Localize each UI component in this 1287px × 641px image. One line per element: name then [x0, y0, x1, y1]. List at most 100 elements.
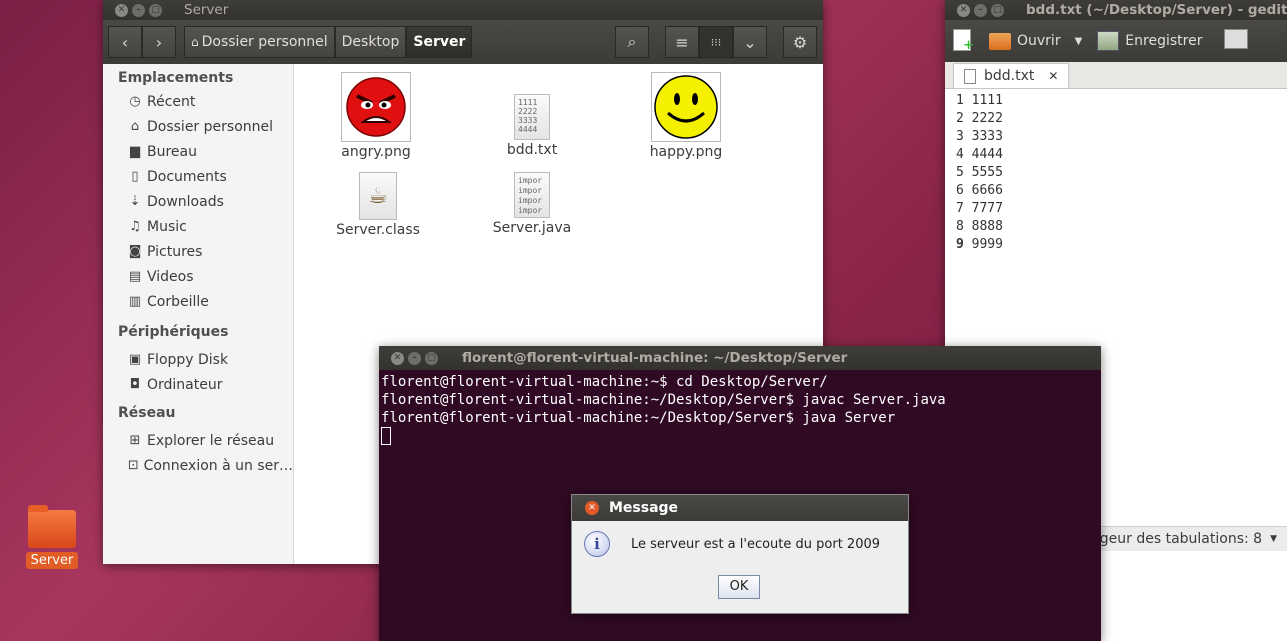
- sidebar-item-browse-network[interactable]: ⊞ Explorer le réseau: [103, 428, 293, 453]
- file-name: bdd.txt: [506, 142, 558, 158]
- sidebar-heading-places: Emplacements: [118, 70, 234, 86]
- list-view-button[interactable]: ≡: [665, 26, 699, 58]
- ok-button[interactable]: OK: [718, 575, 760, 599]
- happy-face-icon: [651, 72, 721, 142]
- sidebar-item-computer[interactable]: ◘ Ordinateur: [103, 372, 293, 397]
- camera-icon: ◙: [128, 244, 142, 259]
- save-icon: [1097, 31, 1120, 51]
- editor-line: 7 7777: [956, 201, 1003, 216]
- back-button[interactable]: ‹: [108, 26, 142, 58]
- tab-width-selector[interactable]: rgeur des tabulations: 8: [1094, 531, 1262, 547]
- desktop-folder-label: Server: [26, 552, 78, 569]
- folder-icon: [28, 505, 76, 548]
- gedit-toolbar: + Ouvrir ▼ Enregistrer: [945, 20, 1287, 62]
- window-title: Server: [184, 2, 229, 18]
- settings-button[interactable]: ⚙: [783, 26, 817, 58]
- text-editor[interactable]: 1 1111 2 2222 3 3333 4 4444 5 5555 6 666…: [956, 92, 1003, 254]
- terminal-output[interactable]: florent@florent-virtual-machine:~$ cd De…: [379, 370, 1101, 448]
- sidebar-item-videos[interactable]: ▤ Videos: [103, 264, 293, 289]
- music-icon: ♫: [129, 219, 141, 234]
- chevron-down-icon: ⌄: [743, 32, 757, 52]
- terminal-line: florent@florent-virtual-machine:~/Deskto…: [381, 410, 896, 426]
- open-button[interactable]: Ouvrir: [989, 32, 1061, 50]
- grid-icon: ⁝⁝⁝: [710, 35, 722, 49]
- open-dropdown-icon[interactable]: ▼: [1075, 36, 1083, 47]
- terminal-cursor: [381, 427, 391, 445]
- film-icon: ▤: [128, 269, 142, 284]
- file-item-bdd[interactable]: 1111 2222 3333 4444 bdd.txt: [477, 94, 587, 158]
- close-icon[interactable]: ✕: [391, 351, 404, 365]
- minimize-icon[interactable]: –: [408, 351, 421, 365]
- editor-line: 3 3333: [956, 129, 1003, 144]
- search-button[interactable]: ⌕: [615, 26, 649, 58]
- file-name: Server.java: [492, 220, 572, 236]
- new-document-icon: +: [953, 29, 974, 53]
- file-manager-toolbar: ‹ › ⌂ Dossier personnel Desktop Server ⌕ …: [103, 20, 823, 64]
- close-tab-icon[interactable]: ✕: [1048, 69, 1058, 83]
- file-item-angry[interactable]: angry.png: [321, 72, 431, 160]
- dialog-titlebar[interactable]: ✕ Message: [572, 495, 908, 521]
- gedit-titlebar[interactable]: ✕ – □ bdd.txt (~/Desktop/Server) - gedit: [945, 0, 1287, 20]
- maximize-icon[interactable]: □: [425, 351, 438, 365]
- sidebar-item-connect-server[interactable]: ⊡ Connexion à un ser…: [103, 453, 293, 478]
- computer-icon: ◘: [129, 377, 141, 392]
- sidebar-item-documents[interactable]: ▯ Documents: [103, 164, 293, 189]
- close-icon[interactable]: ✕: [115, 3, 128, 17]
- new-document-button[interactable]: +: [953, 29, 975, 53]
- sidebar-item-floppy[interactable]: ▣ Floppy Disk: [103, 347, 293, 372]
- floppy-icon: ▣: [128, 352, 142, 367]
- breadcrumb-home[interactable]: ⌂ Dossier personnel: [184, 26, 335, 58]
- file-item-happy[interactable]: happy.png: [631, 72, 741, 160]
- maximize-icon[interactable]: □: [991, 3, 1004, 17]
- message-dialog: ✕ Message i Le serveur est a l'ecoute du…: [571, 494, 909, 614]
- tab-bdd-txt[interactable]: bdd.txt ✕: [953, 63, 1070, 88]
- window-title: bdd.txt (~/Desktop/Server) - gedit: [1026, 2, 1287, 18]
- chevron-down-icon: ▼: [1270, 534, 1277, 544]
- chevron-left-icon: ‹: [121, 32, 129, 52]
- editor-line-current: 9 9999: [956, 237, 1003, 252]
- editor-line: 6 6666: [956, 183, 1003, 198]
- home-icon: ⌂: [191, 35, 199, 49]
- close-icon[interactable]: ✕: [957, 3, 970, 17]
- minimize-icon[interactable]: –: [974, 3, 987, 17]
- sidebar-item-music[interactable]: ♫ Music: [103, 214, 293, 239]
- desktop-folder-server[interactable]: Server: [26, 505, 78, 569]
- source-file-icon: impor impor impor impor: [514, 172, 550, 218]
- print-button[interactable]: [1224, 29, 1249, 53]
- print-icon: [1224, 29, 1249, 49]
- sidebar-item-desktop[interactable]: ▆ Bureau: [103, 139, 293, 164]
- maximize-icon[interactable]: □: [149, 3, 162, 17]
- terminal-line: florent@florent-virtual-machine:~/Deskto…: [381, 392, 946, 408]
- gedit-tab-bar: bdd.txt ✕: [945, 62, 1287, 89]
- view-options-button[interactable]: ⌄: [733, 26, 767, 58]
- editor-line: 4 4444: [956, 147, 1003, 162]
- trash-icon: ▥: [128, 294, 142, 309]
- file-item-server-java[interactable]: impor impor impor impor Server.java: [477, 172, 587, 236]
- file-manager-titlebar[interactable]: ✕ – □ Server: [103, 0, 823, 20]
- minimize-icon[interactable]: –: [132, 3, 145, 17]
- sidebar-item-recent[interactable]: ◷ Récent: [103, 89, 293, 114]
- list-icon: ≡: [675, 32, 689, 52]
- sidebar-item-trash[interactable]: ▥ Corbeille: [103, 289, 293, 314]
- sidebar-heading-devices: Périphériques: [118, 324, 229, 340]
- dialog-title: Message: [609, 500, 679, 516]
- text-file-icon: 1111 2222 3333 4444: [514, 94, 550, 140]
- breadcrumb-desktop[interactable]: Desktop: [334, 26, 407, 58]
- sidebar-item-downloads[interactable]: ⇣ Downloads: [103, 189, 293, 214]
- chevron-right-icon: ›: [155, 32, 163, 52]
- java-class-icon: ☕: [359, 172, 397, 220]
- file-name: happy.png: [649, 144, 723, 160]
- editor-line: 2 2222: [956, 111, 1003, 126]
- text-file-icon: [964, 68, 976, 84]
- clock-icon: ◷: [129, 94, 141, 109]
- breadcrumb-server[interactable]: Server: [406, 26, 473, 58]
- save-button[interactable]: Enregistrer: [1097, 31, 1202, 51]
- sidebar-item-pictures[interactable]: ◙ Pictures: [103, 239, 293, 264]
- terminal-line: florent@florent-virtual-machine:~$ cd De…: [381, 374, 828, 390]
- sidebar-item-home[interactable]: ⌂ Dossier personnel: [103, 114, 293, 139]
- grid-view-button[interactable]: ⁝⁝⁝: [699, 26, 733, 58]
- file-item-server-class[interactable]: ☕ Server.class: [323, 172, 433, 238]
- close-icon[interactable]: ✕: [585, 501, 599, 515]
- forward-button[interactable]: ›: [142, 26, 176, 58]
- terminal-titlebar[interactable]: ✕ – □ florent@florent-virtual-machine: ~…: [379, 346, 1101, 370]
